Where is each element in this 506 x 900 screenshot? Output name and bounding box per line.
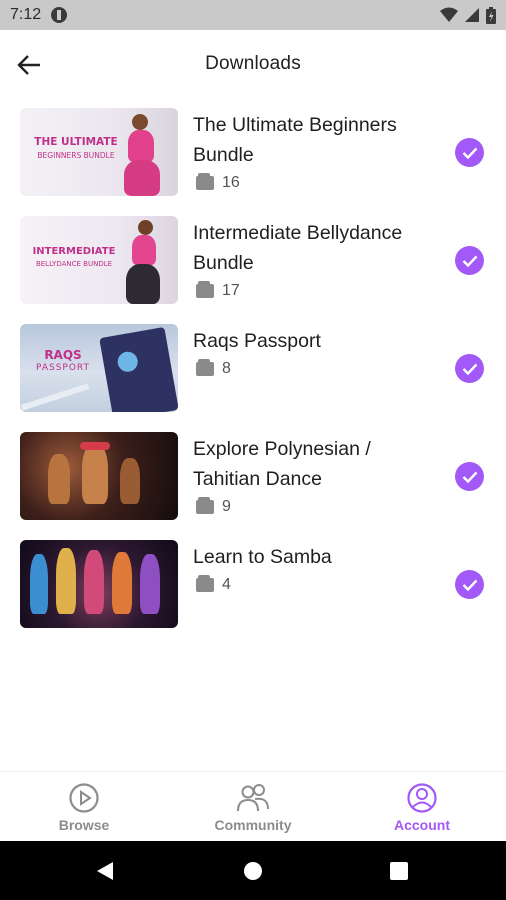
check-icon — [462, 363, 477, 375]
nav-browse-label: Browse — [58, 817, 110, 833]
downloaded-check-button[interactable] — [455, 570, 484, 599]
folder-icon — [196, 497, 214, 514]
app-bar: Downloads — [0, 30, 506, 98]
download-item-beginners-bundle[interactable]: THE ULTIMATE BEGINNERS BUNDLE The Ultima… — [0, 98, 506, 206]
downloaded-check-button[interactable] — [455, 354, 484, 383]
thumbnail-title: INTERMEDIATE — [32, 246, 116, 257]
passport-image — [99, 326, 178, 412]
count-value: 16 — [222, 174, 240, 191]
download-item-learn-samba[interactable]: Learn to Samba 4 — [0, 530, 506, 638]
system-home-button[interactable] — [244, 862, 262, 885]
download-item-polynesian-dance[interactable]: Explore Polynesian / Tahitian Dance 9 — [0, 422, 506, 530]
dancer-image — [30, 554, 48, 614]
flower-crown-image — [80, 442, 110, 450]
dancer-costume-top — [132, 235, 156, 265]
system-back-button[interactable] — [96, 861, 114, 886]
check-icon — [462, 579, 477, 591]
count-value: 17 — [222, 282, 240, 299]
item-title: Learn to Samba — [193, 546, 332, 568]
downloads-list: THE ULTIMATE BEGINNERS BUNDLE The Ultima… — [0, 98, 506, 638]
system-navigation-bar — [0, 841, 506, 900]
bundle-thumbnail: THE ULTIMATE BEGINNERS BUNDLE — [20, 108, 178, 196]
thumbnail-title: THE ULTIMATE — [34, 136, 118, 148]
dancer-image — [120, 458, 140, 504]
dancer-costume-skirt — [124, 160, 160, 196]
item-title: The Ultimate Beginners Bundle — [193, 114, 397, 166]
battery-icon — [486, 6, 496, 24]
dancer-image — [84, 550, 104, 614]
wifi-icon — [440, 7, 458, 22]
app-notification-icon — [51, 7, 68, 23]
folder-icon — [196, 359, 214, 376]
item-count: 9 — [196, 497, 231, 516]
count-value: 4 — [222, 576, 231, 593]
arrow-back-icon — [17, 55, 40, 75]
thumbnail-subtitle: BEGINNERS BUNDLE — [37, 151, 115, 160]
bundle-thumbnail — [20, 432, 178, 520]
check-icon — [462, 147, 477, 159]
nav-browse[interactable]: Browse — [24, 782, 144, 833]
count-value: 8 — [222, 360, 231, 377]
account-circle-icon — [407, 783, 437, 813]
dancer-costume-skirt — [126, 264, 160, 304]
thumbnail-title: RAQS — [44, 348, 82, 362]
dancer-image — [112, 552, 132, 614]
nav-community-label: Community — [214, 817, 292, 833]
dancer-image — [132, 114, 148, 130]
downloaded-check-button[interactable] — [455, 138, 484, 167]
check-icon — [462, 255, 477, 267]
page-title: Downloads — [205, 53, 301, 74]
signal-icon — [465, 8, 479, 22]
bundle-thumbnail: RAQS PASSPORT — [20, 324, 178, 412]
dancer-image — [140, 554, 160, 614]
download-item-raqs-passport[interactable]: RAQS PASSPORT Raqs Passport 8 — [0, 314, 506, 422]
back-button[interactable] — [12, 48, 46, 82]
check-icon — [462, 471, 477, 483]
system-recents-button[interactable] — [390, 862, 408, 885]
people-icon — [237, 784, 269, 812]
downloaded-check-button[interactable] — [455, 462, 484, 491]
passport-emblem — [116, 350, 140, 374]
downloaded-check-button[interactable] — [455, 246, 484, 275]
status-time: 7:12 — [10, 6, 42, 23]
thumbnail-subtitle: PASSPORT — [35, 363, 91, 373]
dancer-image — [56, 548, 76, 614]
item-count: 4 — [196, 575, 231, 594]
nav-account-label: Account — [394, 817, 450, 833]
folder-icon — [196, 281, 214, 298]
item-title: Explore Polynesian / Tahitian Dance — [193, 438, 371, 490]
dancer-image — [48, 454, 70, 504]
folder-icon — [196, 575, 214, 592]
airplane-wing-image — [20, 383, 90, 411]
nav-community[interactable]: Community — [193, 782, 313, 833]
item-count: 16 — [196, 173, 240, 192]
item-title: Raqs Passport — [193, 330, 321, 352]
item-title: Intermediate Bellydance Bundle — [193, 222, 403, 274]
play-circle-icon — [69, 783, 99, 813]
bundle-thumbnail — [20, 540, 178, 628]
status-bar: 7:12 — [0, 0, 506, 30]
download-item-intermediate-bundle[interactable]: INTERMEDIATE BELLYDANCE BUNDLE Intermedi… — [0, 206, 506, 314]
nav-account[interactable]: Account — [362, 782, 482, 833]
count-value: 9 — [222, 498, 231, 515]
circle-home-icon — [244, 862, 262, 880]
square-recents-icon — [390, 862, 408, 880]
item-count: 17 — [196, 281, 240, 300]
bottom-navigation: Browse Community Account — [0, 771, 506, 841]
dancer-costume-top — [128, 130, 154, 162]
folder-icon — [196, 173, 214, 190]
item-count: 8 — [196, 359, 231, 378]
triangle-back-icon — [97, 862, 113, 880]
dancer-image — [138, 220, 153, 235]
status-icons — [440, 6, 496, 24]
thumbnail-subtitle: BELLYDANCE BUNDLE — [35, 260, 113, 268]
dancer-image — [82, 444, 108, 504]
bundle-thumbnail: INTERMEDIATE BELLYDANCE BUNDLE — [20, 216, 178, 304]
